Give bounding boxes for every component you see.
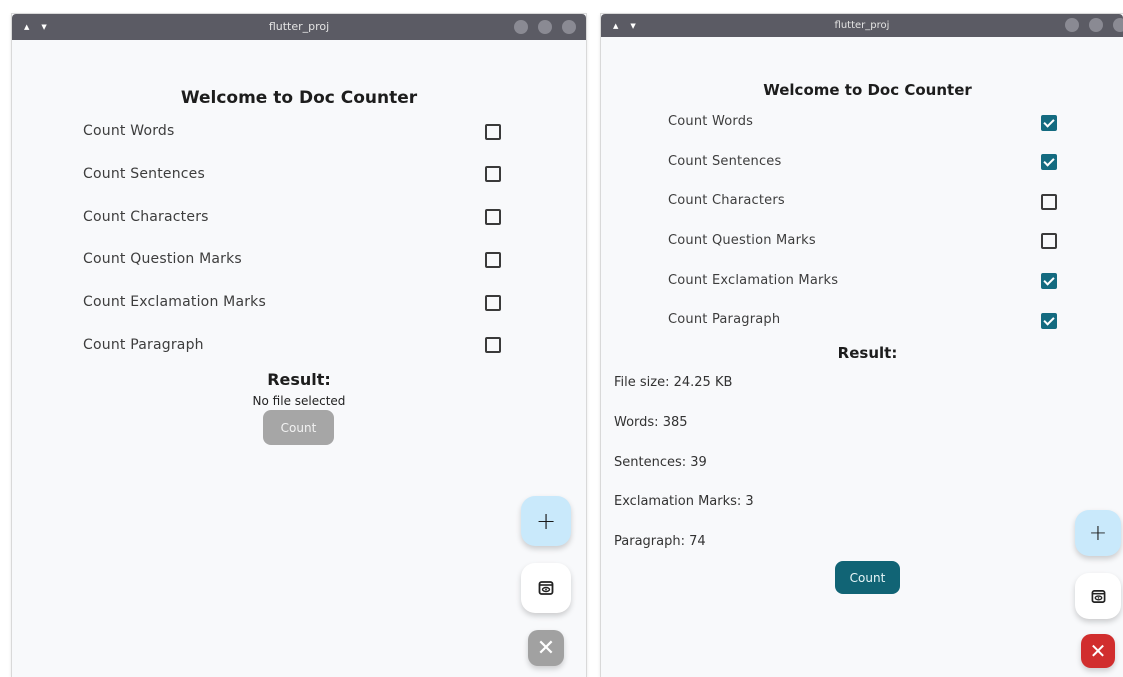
checkbox-count-paragraph[interactable]: [1041, 313, 1057, 329]
checkbox-count-characters[interactable]: [1041, 194, 1057, 210]
preview-icon: [538, 581, 554, 595]
result-sentences: Sentences: 39: [614, 455, 707, 470]
option-label-count-question-marks: Count Question Marks: [668, 233, 816, 248]
result-title: Result:: [837, 344, 898, 362]
checkbox-count-sentences[interactable]: [485, 166, 501, 182]
checkbox-count-sentences[interactable]: [1041, 154, 1057, 170]
checkbox-count-words[interactable]: [1041, 115, 1057, 131]
option-label-count-exclamation-marks: Count Exclamation Marks: [83, 294, 266, 310]
checkbox-count-words[interactable]: [485, 124, 501, 140]
result-file-size: File size: 24.25 KB: [614, 375, 733, 390]
close-icon: ✕: [536, 635, 556, 661]
checkbox-count-paragraph[interactable]: [485, 337, 501, 353]
count-button[interactable]: Count: [263, 410, 334, 445]
option-label-count-exclamation-marks: Count Exclamation Marks: [668, 273, 839, 288]
minimize-button[interactable]: [1065, 18, 1079, 32]
option-label-count-words: Count Words: [668, 114, 754, 129]
result-words: Words: 385: [614, 415, 688, 430]
right-app-window: ▲ ▼ flutter_proj Welcome to Doc Counter …: [601, 14, 1123, 677]
page-title: Welcome to Doc Counter: [180, 88, 418, 108]
clear-button[interactable]: ✕: [528, 630, 564, 666]
file-status: No file selected: [252, 394, 346, 408]
preview-icon: [1091, 589, 1105, 603]
close-window-button[interactable]: [562, 20, 576, 34]
checkbox-count-characters[interactable]: [485, 209, 501, 225]
option-label-count-characters: Count Characters: [83, 209, 209, 225]
title-bar[interactable]: ▲ ▼ flutter_proj: [601, 14, 1123, 37]
page-title: Welcome to Doc Counter: [763, 81, 972, 99]
result-exclamation-marks: Exclamation Marks: 3: [614, 494, 754, 509]
maximize-button[interactable]: [538, 20, 552, 34]
window-controls: [1065, 18, 1123, 32]
clear-button[interactable]: ✕: [1081, 634, 1115, 668]
preview-button[interactable]: [1075, 573, 1121, 619]
option-label-count-question-marks: Count Question Marks: [83, 251, 242, 267]
left-app-window: ▲ ▼ flutter_proj Welcome to Doc Counter …: [12, 14, 586, 677]
close-window-button[interactable]: [1113, 18, 1123, 32]
maximize-button[interactable]: [1089, 18, 1103, 32]
preview-button[interactable]: [521, 563, 571, 613]
close-icon: ✕: [1089, 639, 1107, 663]
minimize-button[interactable]: [514, 20, 528, 34]
result-title: Result:: [267, 370, 331, 389]
option-label-count-paragraph: Count Paragraph: [83, 337, 204, 353]
window-controls: [514, 20, 576, 34]
add-file-button[interactable]: +: [1075, 510, 1121, 556]
option-label-count-sentences: Count Sentences: [83, 166, 205, 182]
checkbox-count-question-marks[interactable]: [1041, 233, 1057, 249]
checkbox-count-question-marks[interactable]: [485, 252, 501, 268]
count-button[interactable]: Count: [835, 561, 900, 594]
checkbox-count-exclamation-marks[interactable]: [1041, 273, 1057, 289]
option-label-count-words: Count Words: [83, 123, 175, 139]
result-paragraph: Paragraph: 74: [614, 534, 706, 549]
plus-icon: +: [535, 507, 557, 535]
plus-icon: +: [1088, 520, 1108, 546]
option-label-count-sentences: Count Sentences: [668, 154, 782, 169]
title-bar[interactable]: ▲ ▼ flutter_proj: [12, 14, 586, 40]
option-label-count-characters: Count Characters: [668, 193, 785, 208]
window-title: flutter_proj: [834, 20, 890, 31]
add-file-button[interactable]: +: [521, 496, 571, 546]
option-label-count-paragraph: Count Paragraph: [668, 312, 781, 327]
window-title: flutter_proj: [268, 20, 330, 33]
checkbox-count-exclamation-marks[interactable]: [485, 295, 501, 311]
